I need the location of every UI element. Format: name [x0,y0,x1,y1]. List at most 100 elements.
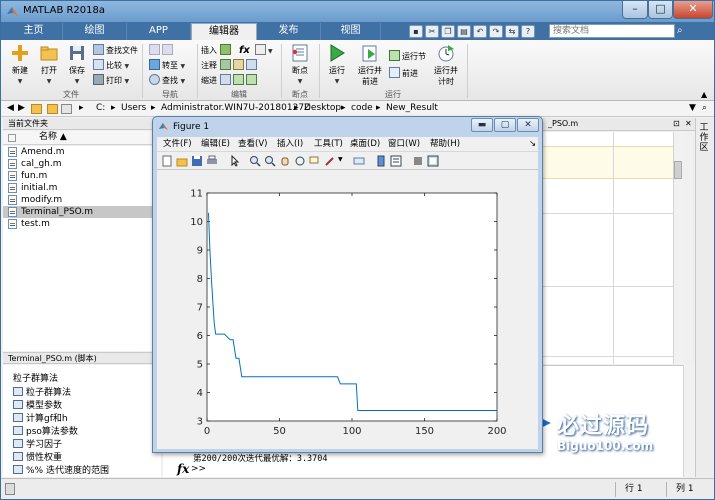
print-figure-icon[interactable] [206,155,218,167]
file-fun[interactable]: fun.m [3,170,161,182]
indent-button[interactable]: 缩进 [201,74,259,87]
qat-help-icon[interactable]: ? [521,25,535,38]
open-file-icon[interactable] [176,155,188,167]
comment-button[interactable]: 注释 [201,59,259,72]
qat-switch-windows-icon[interactable]: ⇆ [505,25,519,38]
run-button[interactable]: 运行 ▼ [323,43,351,85]
nav-back-forward-button[interactable] [149,44,175,57]
editor-close-icon[interactable]: ✕ [685,118,692,130]
brush-icon[interactable] [324,155,336,167]
menu-file[interactable]: 文件(F) [163,137,192,151]
command-scrollbar[interactable] [683,365,695,477]
section-item[interactable]: 计算gf和h [13,413,68,425]
menu-edit[interactable]: 编辑(E) [201,137,230,151]
menu-window[interactable]: 窗口(W) [388,137,420,151]
menu-help[interactable]: 帮助(H) [430,137,460,151]
browse-folder-icon[interactable] [61,104,72,114]
save-button[interactable]: 保存 ▼ [63,43,91,85]
minimize-button[interactable]: – [622,1,648,19]
forward-icon[interactable]: ▶ [18,101,25,116]
path-code[interactable]: code [351,101,373,116]
up-folder-icon[interactable] [47,104,58,114]
path-desktop[interactable]: Desktop [304,101,341,116]
qat-copy-icon[interactable]: ❐ [441,25,455,38]
hide-plot-tools-icon[interactable] [412,155,424,167]
advance-button[interactable]: 前进 [389,67,418,80]
editor-scroll-thumb[interactable] [674,161,682,179]
path-new-result[interactable]: New_Result [386,101,438,116]
section-item[interactable]: 惯性权重 [13,452,62,464]
section-item[interactable]: %% 迭代速度的范围 [13,465,109,477]
find-files-button[interactable]: 查找文件 [93,44,138,57]
tab-home[interactable]: 主页 [5,23,63,40]
section-item[interactable]: 学习因子 [13,439,62,451]
insert-colorbar-icon[interactable] [375,155,387,167]
tab-editor[interactable]: 编辑器 [191,23,257,40]
chevron-down-icon[interactable]: ▼ [338,156,343,163]
editor-tab-terminal-pso[interactable]: _PSO.m [548,118,578,130]
workspace-label[interactable]: 工作区 [699,123,709,153]
breakpoints-button[interactable]: 断点 ▼ [285,43,315,85]
open-button[interactable]: 打开 ▼ [35,43,63,85]
compare-button[interactable]: 比较 ▼ [93,59,129,72]
tab-apps[interactable]: APP [127,23,191,40]
qat-paste-icon[interactable]: ▤ [457,25,471,38]
maximize-button[interactable]: □ [648,1,673,19]
menu-dock-arrow-icon[interactable]: ↘ [529,137,536,151]
command-prompt[interactable]: >> [191,464,206,474]
run-and-time-button[interactable]: 运行并 计时 [429,43,463,87]
run-and-advance-button[interactable]: 运行并 前进 [353,43,387,87]
address-search-icon[interactable]: ⌕ [702,101,707,116]
new-figure-icon[interactable] [161,155,173,167]
file-initial[interactable]: initial.m [3,182,161,194]
figure-minimize-button[interactable]: ▬ [471,118,493,132]
line-chart[interactable]: 0 50 100 150 200 3 4 5 6 7 8 9 10 11 [157,170,538,449]
search-documentation-input[interactable]: 搜索文档 [549,24,675,38]
path-administrator[interactable]: Administrator.WIN7U-20180127Z [161,101,310,116]
qat-undo-icon[interactable]: ↶ [473,25,487,38]
figure-maximize-button[interactable]: ▢ [494,118,516,132]
name-column-header[interactable]: 名称 ▲ [3,131,161,145]
workspace-dock[interactable] [695,118,714,477]
figure-title-bar[interactable]: Figure 1 ▬ ▢ ✕ [153,117,542,137]
qat-cut-icon[interactable]: ✂ [425,25,439,38]
menu-desktop[interactable]: 桌面(D) [350,137,380,151]
file-modify[interactable]: modify.m [3,194,161,206]
insert-legend-icon[interactable] [390,155,402,167]
editor-undock-icon[interactable]: ⊡ [673,118,680,130]
new-button[interactable]: 新建 ▼ [6,43,34,85]
zoom-out-icon[interactable] [264,155,276,167]
qat-redo-icon[interactable]: ↷ [489,25,503,38]
back-icon[interactable]: ◀ [7,101,14,116]
section-item[interactable]: 模型参数 [13,400,62,412]
link-plot-icon[interactable] [353,155,365,167]
run-section-button[interactable]: 运行节 [389,50,426,63]
zoom-in-icon[interactable] [249,155,261,167]
menu-tools[interactable]: 工具(T) [314,137,343,151]
figure-close-button[interactable]: ✕ [517,118,539,132]
menu-view[interactable]: 查看(V) [238,137,267,151]
tab-publish[interactable]: 发布 [257,23,321,40]
tab-plots[interactable]: 绘图 [63,23,127,40]
menu-insert[interactable]: 插入(I) [277,137,303,151]
insert-button[interactable]: 插入 [201,44,233,57]
select-arrow-icon[interactable] [229,155,241,167]
folder-icon[interactable] [31,104,42,114]
address-dropdown-icon[interactable]: ▼ [689,101,696,116]
file-terminal-pso[interactable]: Terminal_PSO.m [3,206,161,218]
path-drive[interactable]: C: [96,101,105,116]
goto-button[interactable]: 转至 ▼ [149,59,185,72]
find-button[interactable]: 查找 ▼ [149,74,185,87]
close-button[interactable]: ✕ [673,1,713,19]
fx-icon[interactable]: fx [177,462,189,476]
function-browser-button[interactable]: ▼ [255,44,273,57]
pan-hand-icon[interactable] [279,155,291,167]
rotate-3d-icon[interactable] [294,155,306,167]
print-button[interactable]: 打印 ▼ [93,74,129,87]
data-cursor-icon[interactable] [309,155,321,167]
save-figure-icon[interactable] [191,155,203,167]
file-test[interactable]: test.m [3,218,161,230]
file-amend[interactable]: Amend.m [3,146,161,158]
show-plot-tools-icon[interactable] [427,155,439,167]
insert-function-button[interactable]: fx [239,44,250,57]
